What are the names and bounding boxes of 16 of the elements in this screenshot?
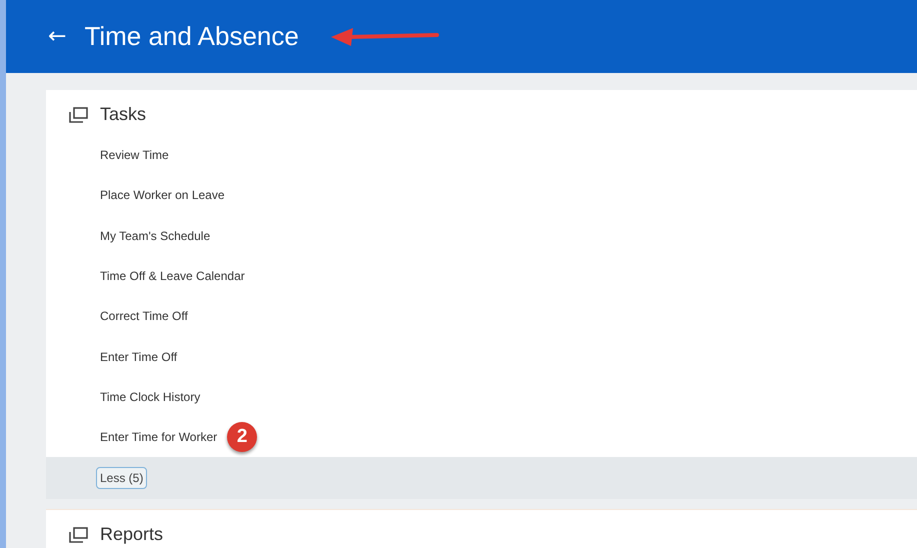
section-title: Reports — [100, 524, 164, 546]
task-link[interactable]: Time Clock History — [100, 390, 200, 404]
task-link[interactable]: Review Time — [100, 148, 169, 162]
task-link[interactable]: Place Worker on Leave — [100, 188, 225, 202]
callout-badge: 2 — [227, 422, 258, 452]
back-button[interactable]: ← — [44, 24, 70, 49]
stacked-windows-icon — [68, 526, 88, 543]
task-link[interactable]: My Team's Schedule — [100, 228, 210, 243]
task-link[interactable]: Correct Time Off — [100, 309, 188, 324]
task-link[interactable]: Enter Time for Worker — [100, 430, 218, 444]
page-title: Time and Absence — [84, 21, 299, 52]
section-title: Tasks — [100, 104, 146, 125]
task-link[interactable]: Time Off & Leave Calendar — [100, 269, 245, 284]
less-button[interactable]: Less (5) — [96, 467, 148, 490]
stacked-windows-icon — [68, 106, 88, 122]
task-link[interactable]: Enter Time Off — [100, 350, 178, 364]
